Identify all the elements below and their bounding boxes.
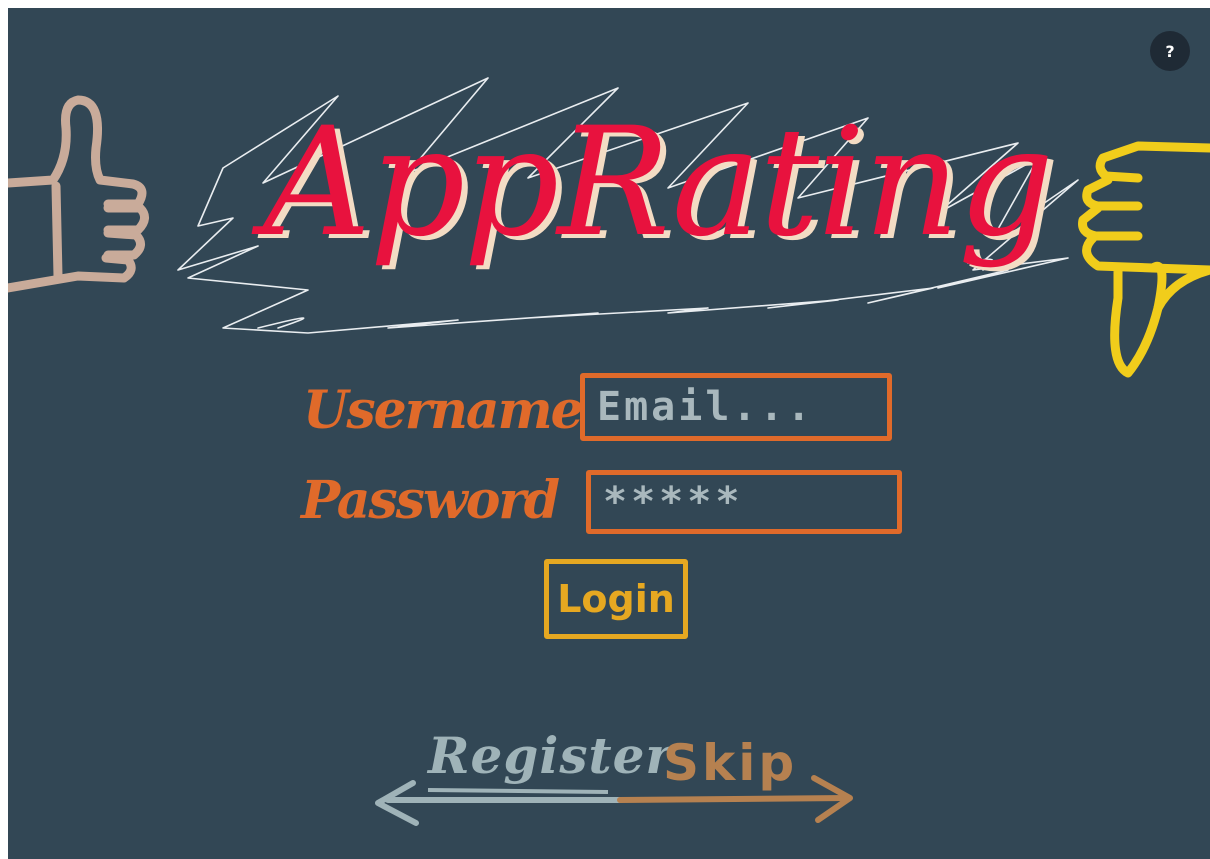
question-mark-icon: ? xyxy=(1165,41,1175,61)
password-input[interactable] xyxy=(586,470,902,534)
thumbs-down-icon xyxy=(1078,141,1210,378)
thumbs-up-icon xyxy=(8,95,149,293)
login-button[interactable]: Login xyxy=(544,559,688,639)
app-canvas: AppRating ? Username Password Login Regi… xyxy=(8,8,1210,859)
register-link[interactable]: Register xyxy=(428,726,673,785)
username-input[interactable] xyxy=(580,373,892,441)
username-label: Username xyxy=(303,380,584,441)
skip-link[interactable]: Skip xyxy=(663,734,797,792)
register-underline xyxy=(427,788,609,794)
password-label: Password xyxy=(301,470,560,531)
app-title: AppRating xyxy=(263,96,1054,270)
help-button[interactable]: ? xyxy=(1150,31,1190,71)
